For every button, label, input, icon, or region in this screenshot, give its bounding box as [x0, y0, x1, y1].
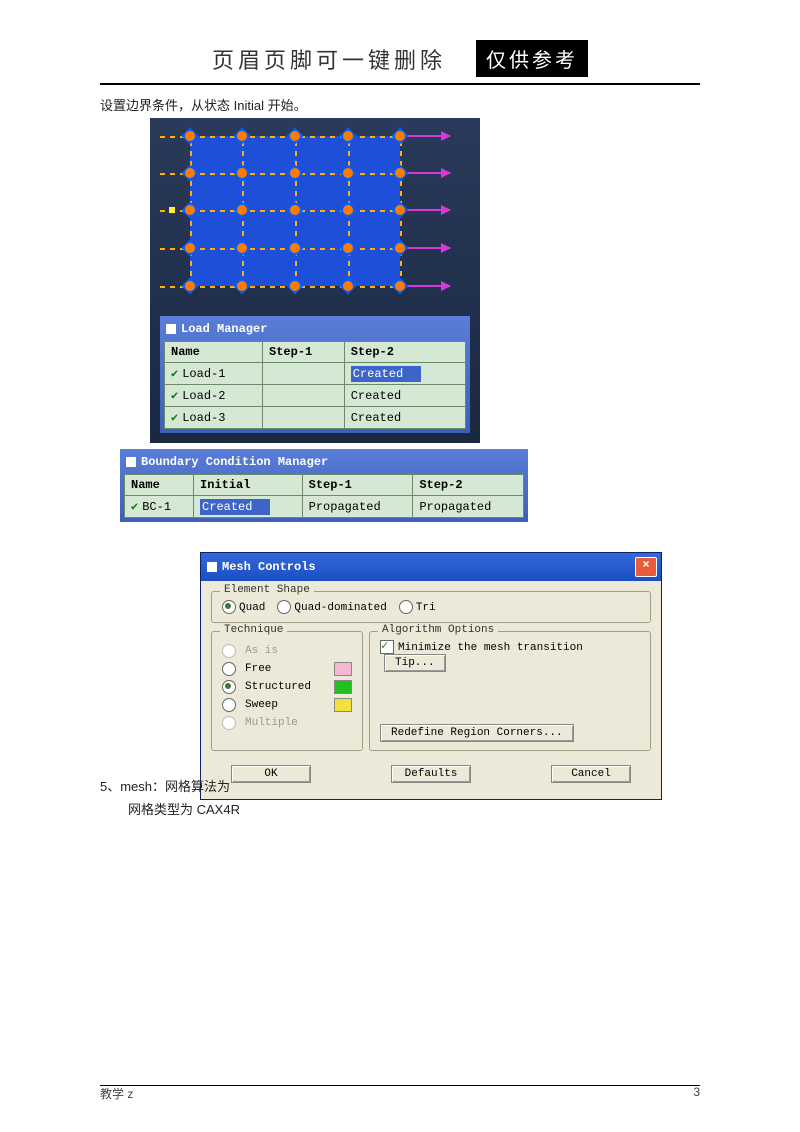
col-step1[interactable]: Step-1 — [263, 342, 345, 363]
swatch-free — [334, 662, 352, 676]
tip-button[interactable]: Tip... — [384, 654, 446, 672]
radio-structured[interactable]: Structured — [222, 680, 352, 694]
page-header: 页眉页脚可一键删除 仅供参考 — [100, 40, 700, 77]
check-icon: ✔ — [131, 500, 138, 514]
close-icon[interactable]: × — [635, 557, 657, 577]
header-text: 页眉页脚可一键删除 — [212, 43, 446, 75]
element-shape-group: Element Shape Quad Quad-dominated Tri — [211, 591, 651, 623]
table-row[interactable]: ✔BC-1 Created Propagated Propagated — [125, 496, 524, 518]
bc-manager-panel: Boundary Condition Manager Name Initial … — [120, 449, 528, 522]
load-manager-title: Load Manager — [164, 320, 466, 341]
table-row[interactable]: ✔Load-3 Created — [165, 407, 466, 429]
algorithm-legend: Algorithm Options — [378, 624, 498, 636]
defaults-button[interactable]: Defaults — [391, 765, 471, 783]
mesh-controls-dialog: Mesh Controls × Element Shape Quad Quad-… — [200, 552, 662, 800]
load-manager-panel: Load Manager Name Step-1 Step-2 ✔Load-1 … — [160, 316, 470, 433]
load-manager-table: Name Step-1 Step-2 ✔Load-1 Created ✔Load… — [164, 341, 466, 429]
bc-manager-title: Boundary Condition Manager — [124, 453, 524, 474]
radio-quad-dominated[interactable]: Quad-dominated — [277, 600, 386, 614]
radio-free[interactable]: Free — [222, 662, 352, 676]
bc-manager-table: Name Initial Step-1 Step-2 ✔BC-1 Created… — [124, 474, 524, 518]
col-step2[interactable]: Step-2 — [413, 475, 524, 496]
col-step1[interactable]: Step-1 — [302, 475, 413, 496]
radio-as-is: As is — [222, 644, 352, 658]
window-icon — [207, 562, 217, 572]
header-rule — [100, 83, 700, 85]
algorithm-group: Algorithm Options Minimize the mesh tran… — [369, 631, 651, 751]
dialog-title: Mesh Controls — [222, 560, 316, 574]
col-name[interactable]: Name — [125, 475, 194, 496]
col-name[interactable]: Name — [165, 342, 263, 363]
redefine-button[interactable]: Redefine Region Corners... — [380, 724, 574, 742]
check-icon: ✔ — [171, 367, 178, 381]
footer-right: 3 — [693, 1085, 700, 1102]
technique-legend: Technique — [220, 624, 287, 636]
col-step2[interactable]: Step-2 — [344, 342, 465, 363]
check-icon: ✔ — [171, 411, 178, 425]
technique-group: Technique As is Free Structured Sweep Mu… — [211, 631, 363, 751]
table-row[interactable]: ✔Load-2 Created — [165, 385, 466, 407]
header-badge: 仅供参考 — [476, 40, 588, 77]
check-icon: ✔ — [171, 389, 178, 403]
dialog-titlebar[interactable]: Mesh Controls × — [201, 553, 661, 581]
cancel-button[interactable]: Cancel — [551, 765, 631, 783]
minimize-checkbox[interactable]: Minimize the mesh transition — [380, 642, 583, 654]
radio-quad[interactable]: Quad — [222, 600, 265, 614]
ok-button[interactable]: OK — [231, 765, 311, 783]
body-line-1: 设置边界条件，从状态 Initial 开始。 — [100, 95, 700, 114]
table-row[interactable]: ✔Load-1 Created — [165, 363, 466, 385]
mesh-viewport: [[30,8],[82,8],[135,8],[188,8],[240,8],[… — [150, 118, 480, 443]
radio-multiple: Multiple — [222, 716, 352, 730]
element-shape-legend: Element Shape — [220, 584, 314, 596]
radio-sweep[interactable]: Sweep — [222, 698, 352, 712]
col-initial[interactable]: Initial — [194, 475, 303, 496]
mesh-grid: [[30,8],[82,8],[135,8],[188,8],[240,8],[… — [160, 128, 450, 308]
swatch-sweep — [334, 698, 352, 712]
page-footer: 教学 z 3 — [100, 1085, 700, 1102]
footer-left: 教学 z — [100, 1085, 133, 1102]
radio-tri[interactable]: Tri — [399, 600, 436, 614]
body-line-3: 网格类型为 CAX4R — [128, 799, 700, 818]
swatch-structured — [334, 680, 352, 694]
